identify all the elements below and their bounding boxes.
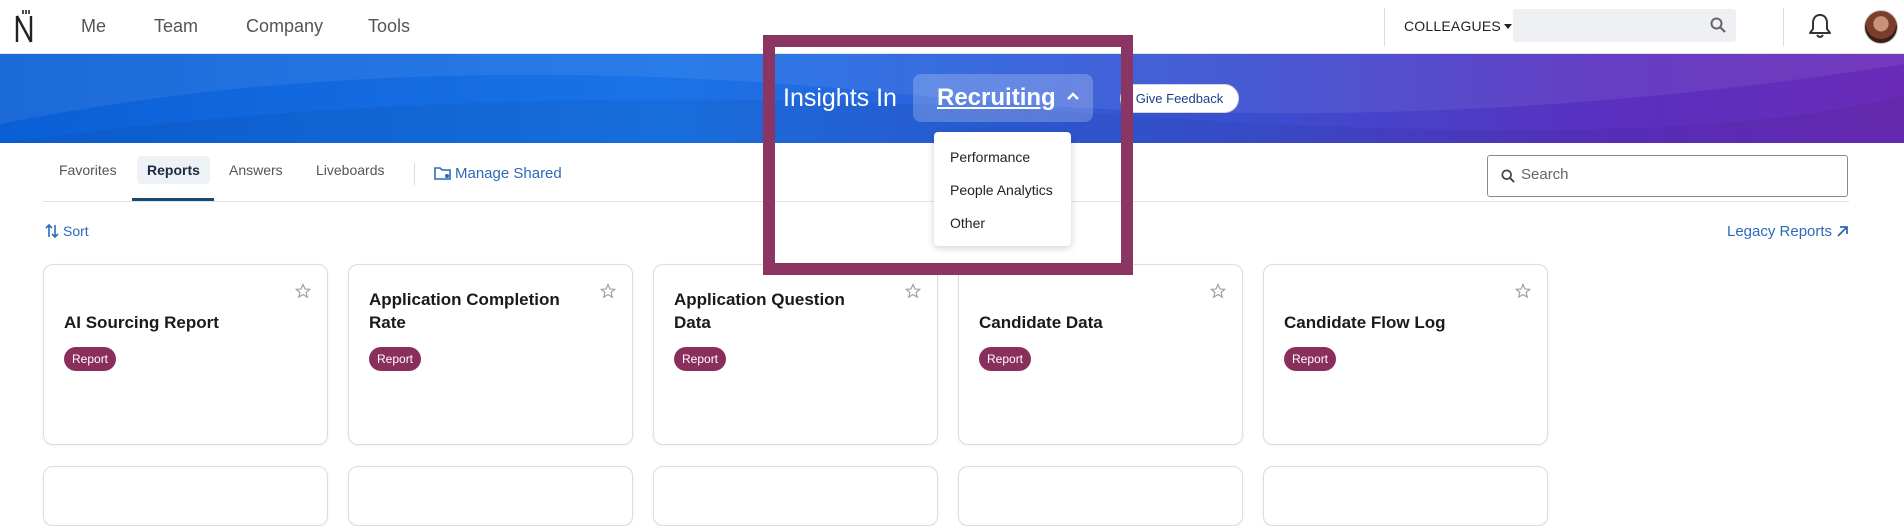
nav-item-tools[interactable]: Tools — [368, 16, 410, 37]
favorite-star-icon[interactable] — [600, 283, 616, 299]
colleagues-label: COLLEAGUES — [1404, 18, 1501, 34]
report-card-title: AI Sourcing Report — [64, 313, 219, 332]
sort-arrows-icon — [45, 223, 59, 239]
global-search-input[interactable] — [1513, 9, 1736, 42]
manage-shared-label: Manage Shared — [455, 165, 562, 182]
tab-liveboards[interactable]: Liveboards — [316, 162, 385, 178]
nav-item-company[interactable]: Company — [246, 16, 323, 37]
report-type-badge: Report — [979, 347, 1032, 371]
report-card[interactable]: Application Question Data Report — [653, 264, 938, 445]
report-card[interactable] — [958, 466, 1243, 526]
legacy-reports-label: Legacy Reports — [1727, 223, 1833, 240]
report-card[interactable] — [653, 466, 938, 526]
favorite-star-icon[interactable] — [1515, 283, 1531, 299]
legacy-reports-link[interactable]: Legacy Reports — [1727, 223, 1849, 240]
favorite-star-icon[interactable] — [1210, 283, 1226, 299]
nav-item-team[interactable]: Team — [154, 16, 198, 37]
report-card[interactable]: AI Sourcing Report Report — [43, 264, 328, 445]
search-icon[interactable] — [1710, 17, 1726, 33]
tab-reports[interactable]: Reports — [137, 156, 210, 184]
report-card[interactable] — [1263, 466, 1548, 526]
folder-shared-icon — [434, 167, 451, 180]
report-card[interactable]: Candidate Flow Log Report — [1263, 264, 1548, 445]
report-card[interactable] — [348, 466, 633, 526]
favorite-star-icon[interactable] — [905, 283, 921, 299]
report-card[interactable] — [43, 466, 328, 526]
user-avatar[interactable] — [1864, 10, 1898, 44]
manage-shared-link[interactable]: Manage Shared — [434, 165, 562, 182]
nav-divider — [1783, 8, 1784, 46]
report-type-badge: Report — [369, 347, 422, 371]
tab-favorites[interactable]: Favorites — [59, 162, 117, 178]
nav-divider — [1384, 8, 1385, 46]
report-card-title: Application Question Data — [674, 290, 845, 332]
highlight-frame — [763, 35, 1133, 275]
notifications-bell-icon[interactable] — [1807, 12, 1833, 40]
colleagues-dropdown[interactable]: COLLEAGUES — [1404, 18, 1512, 34]
tabs-separator — [414, 163, 415, 185]
sort-button[interactable]: Sort — [45, 223, 89, 239]
report-search-field[interactable] — [1487, 155, 1848, 197]
report-type-badge: Report — [64, 347, 117, 371]
give-feedback-button[interactable]: Give Feedback — [1120, 84, 1239, 113]
nav-item-me[interactable]: Me — [81, 16, 106, 37]
caret-down-icon — [1503, 24, 1512, 29]
report-type-badge: Report — [1284, 347, 1337, 371]
report-card-title: Candidate Data — [979, 313, 1103, 332]
report-card[interactable]: Application Completion Rate Report — [348, 264, 633, 445]
favorite-star-icon[interactable] — [295, 283, 311, 299]
sort-label: Sort — [63, 223, 89, 239]
report-card[interactable]: Candidate Data Report — [958, 264, 1243, 445]
report-card-title: Candidate Flow Log — [1284, 313, 1446, 332]
external-link-arrow-icon — [1837, 226, 1848, 237]
logo-icon[interactable] — [14, 8, 36, 46]
report-type-badge: Report — [674, 347, 727, 371]
search-icon — [1501, 169, 1515, 183]
report-card-title: Application Completion Rate — [369, 290, 560, 332]
tab-answers[interactable]: Answers — [229, 162, 283, 178]
report-search-input[interactable] — [1521, 166, 1821, 183]
